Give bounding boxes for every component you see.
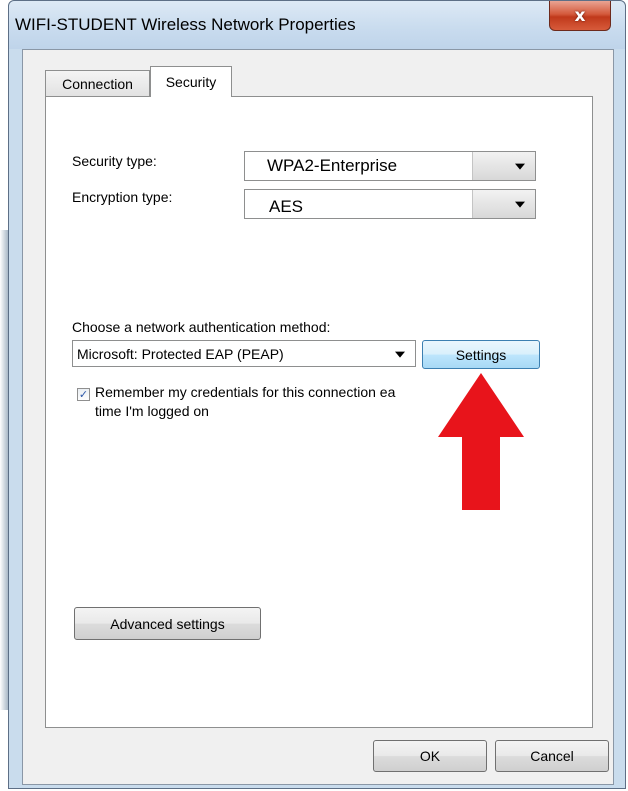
red-up-arrow-icon [438, 373, 524, 510]
encryption-type-label: Encryption type: [72, 189, 173, 205]
advanced-settings-button[interactable]: Advanced settings [74, 607, 261, 640]
remember-credentials-label-line2: time I'm logged on [95, 403, 209, 419]
properties-dialog: WIFI-STUDENT Wireless Network Properties… [8, 0, 626, 789]
window-title: WIFI-STUDENT Wireless Network Properties [15, 15, 356, 34]
settings-button[interactable]: Settings [422, 340, 540, 369]
chevron-down-icon [515, 201, 525, 208]
close-icon: x [574, 5, 586, 26]
cancel-button[interactable]: Cancel [495, 740, 609, 772]
encryption-type-dropdown[interactable]: AES [244, 189, 536, 219]
auth-method-label: Choose a network authentication method: [72, 319, 331, 335]
background-window-edge [0, 230, 8, 710]
tab-security[interactable]: Security [150, 66, 232, 97]
chevron-down-icon [515, 163, 525, 170]
dialog-client-area: Connection Security Security type: WPA2-… [22, 49, 614, 785]
dropdown-button [472, 152, 535, 180]
checkmark-icon: ✓ [78, 388, 89, 401]
auth-method-dropdown[interactable]: Microsoft: Protected EAP (PEAP) [72, 340, 416, 367]
auth-method-value: Microsoft: Protected EAP (PEAP) [77, 345, 284, 362]
security-tab-panel: Security type: WPA2-Enterprise Encryptio… [45, 96, 593, 728]
encryption-type-value: AES [269, 197, 304, 217]
title-bar[interactable]: WIFI-STUDENT Wireless Network Properties… [9, 1, 625, 49]
ok-button[interactable]: OK [373, 740, 487, 772]
security-type-value: WPA2-Enterprise [267, 156, 398, 175]
chevron-down-icon [395, 351, 405, 358]
remember-credentials-label-line1: Remember my credentials for this connect… [95, 384, 396, 400]
close-button[interactable]: x [549, 1, 611, 31]
tab-connection[interactable]: Connection [45, 70, 150, 96]
remember-credentials-checkbox[interactable]: ✓ [77, 388, 90, 401]
security-type-label: Security type: [72, 153, 157, 169]
security-type-dropdown[interactable]: WPA2-Enterprise [244, 151, 536, 181]
dropdown-button [472, 190, 535, 218]
